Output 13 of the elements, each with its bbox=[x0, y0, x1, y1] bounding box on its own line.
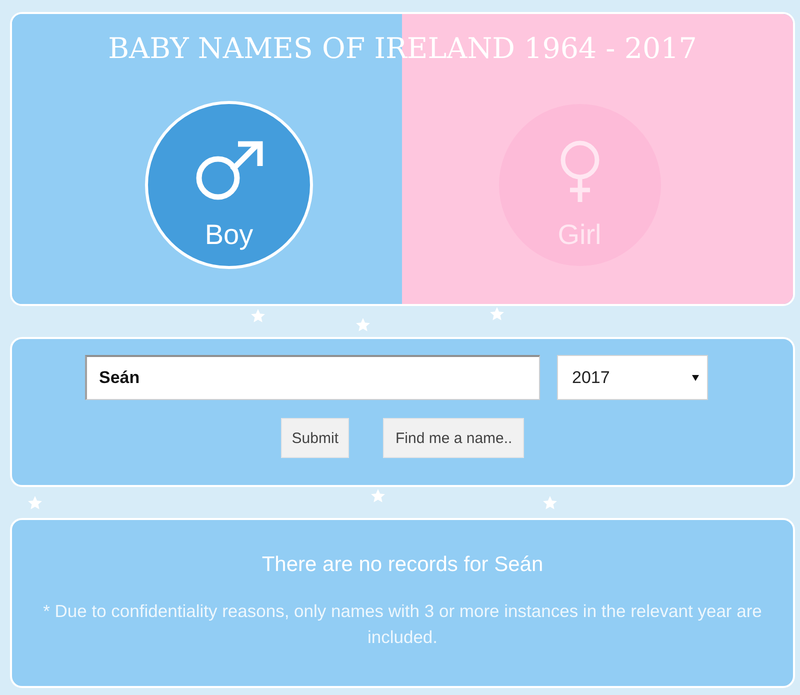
suggest-name-button[interactable]: Find me a name.. bbox=[383, 418, 524, 458]
star-icon bbox=[371, 489, 385, 503]
caret-icon bbox=[692, 374, 699, 380]
star-icon bbox=[28, 496, 42, 510]
star-icon bbox=[356, 318, 370, 332]
male-symbol-icon bbox=[194, 140, 264, 202]
year-select[interactable]: 2017 bbox=[557, 355, 708, 400]
confidentiality-note: * Due to confidentiality reasons, only names with 3 or more instances in the relevant year are included. bbox=[42, 600, 763, 649]
star-icon bbox=[251, 309, 265, 323]
star-icon bbox=[543, 496, 557, 510]
submit-button[interactable]: Submit bbox=[280, 418, 350, 458]
result-message: There are no records for Seán bbox=[262, 552, 544, 578]
name-field[interactable]: Seán bbox=[85, 355, 540, 400]
